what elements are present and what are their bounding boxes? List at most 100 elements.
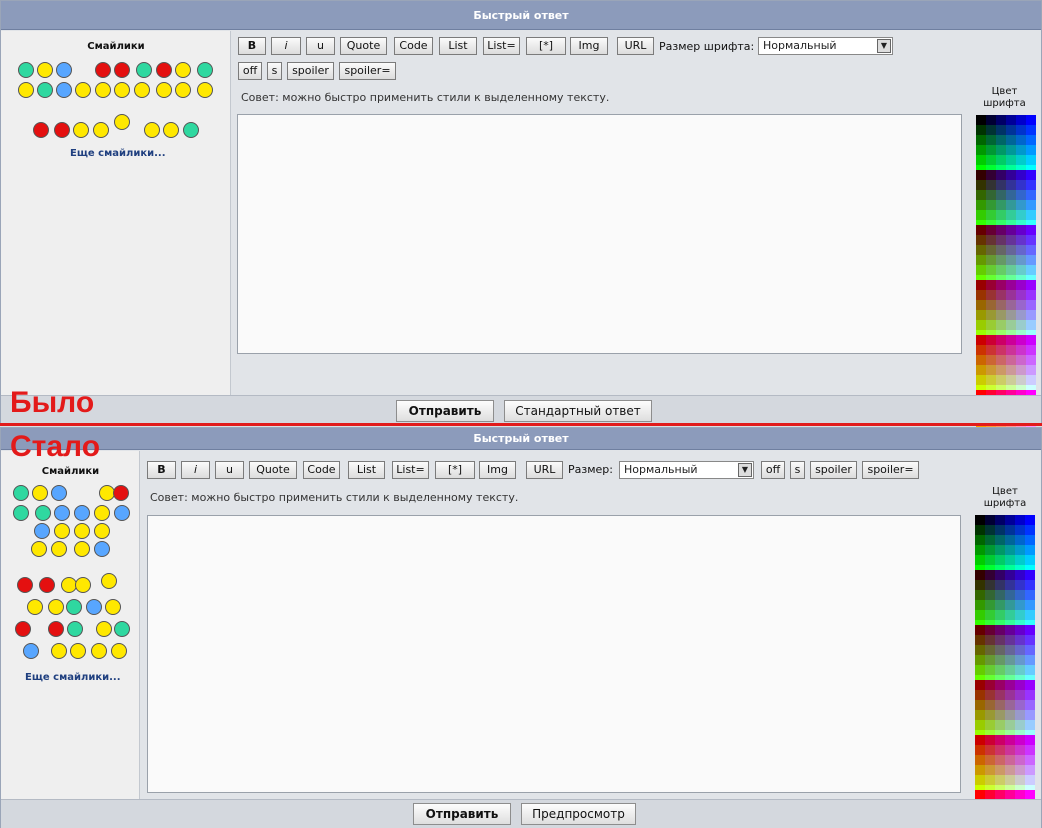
- color-swatch[interactable]: [996, 300, 1006, 310]
- color-swatch[interactable]: [1025, 535, 1035, 545]
- color-swatch[interactable]: [1026, 145, 1036, 155]
- color-swatch[interactable]: [975, 555, 985, 565]
- color-swatch[interactable]: [1005, 765, 1015, 775]
- color-swatch[interactable]: [985, 720, 995, 730]
- list-ordered-button[interactable]: List=: [483, 37, 520, 55]
- color-swatch[interactable]: [1015, 580, 1025, 590]
- color-swatch[interactable]: [986, 190, 996, 200]
- color-swatch[interactable]: [995, 610, 1005, 620]
- color-swatch[interactable]: [996, 255, 1006, 265]
- smiley-icon[interactable]: [91, 643, 107, 659]
- color-swatch[interactable]: [1026, 190, 1036, 200]
- color-swatch[interactable]: [996, 190, 1006, 200]
- color-swatch[interactable]: [1015, 765, 1025, 775]
- color-swatch[interactable]: [1006, 125, 1016, 135]
- color-swatch[interactable]: [1025, 525, 1035, 535]
- color-swatch[interactable]: [1006, 335, 1016, 345]
- smiley-icon[interactable]: [197, 62, 213, 78]
- smiley-icon[interactable]: [197, 82, 213, 98]
- smiley-icon[interactable]: [144, 122, 160, 138]
- color-swatch[interactable]: [1025, 645, 1035, 655]
- smiley-icon[interactable]: [13, 505, 29, 521]
- standard-reply-button[interactable]: Стандартный ответ: [504, 400, 652, 422]
- smiley-icon[interactable]: [183, 122, 199, 138]
- smiley-icon[interactable]: [136, 62, 152, 78]
- color-swatch[interactable]: [985, 690, 995, 700]
- color-swatch[interactable]: [1025, 635, 1035, 645]
- color-swatch[interactable]: [1015, 655, 1025, 665]
- color-swatch[interactable]: [996, 210, 1006, 220]
- color-swatch[interactable]: [976, 310, 986, 320]
- smiley-icon[interactable]: [113, 485, 129, 501]
- color-swatch[interactable]: [1015, 515, 1025, 525]
- color-swatch[interactable]: [985, 745, 995, 755]
- message-textarea[interactable]: [147, 515, 961, 793]
- color-swatch[interactable]: [996, 200, 1006, 210]
- color-swatch[interactable]: [975, 525, 985, 535]
- smiley-icon[interactable]: [37, 82, 53, 98]
- color-swatch[interactable]: [1026, 170, 1036, 180]
- color-swatch[interactable]: [996, 280, 1006, 290]
- smiley-icon[interactable]: [94, 523, 110, 539]
- color-swatch[interactable]: [1026, 135, 1036, 145]
- color-swatch[interactable]: [985, 515, 995, 525]
- color-swatch[interactable]: [1006, 225, 1016, 235]
- submit-button[interactable]: Отправить: [396, 400, 494, 422]
- color-swatch[interactable]: [1026, 355, 1036, 365]
- color-swatch[interactable]: [1015, 690, 1025, 700]
- color-swatch[interactable]: [1026, 200, 1036, 210]
- color-swatch[interactable]: [1015, 775, 1025, 785]
- color-swatch[interactable]: [1025, 765, 1035, 775]
- color-swatch[interactable]: [1025, 680, 1035, 690]
- font-size-select[interactable]: Нормальный ▼: [619, 461, 754, 479]
- smiley-icon[interactable]: [94, 541, 110, 557]
- color-swatch[interactable]: [995, 710, 1005, 720]
- color-swatch[interactable]: [985, 580, 995, 590]
- color-swatch[interactable]: [986, 310, 996, 320]
- color-swatch[interactable]: [996, 155, 1006, 165]
- color-swatch[interactable]: [1025, 625, 1035, 635]
- smiley-icon[interactable]: [32, 485, 48, 501]
- color-swatch[interactable]: [1025, 545, 1035, 555]
- color-swatch[interactable]: [1026, 125, 1036, 135]
- color-swatch[interactable]: [1006, 345, 1016, 355]
- color-swatch[interactable]: [976, 355, 986, 365]
- color-swatch[interactable]: [985, 570, 995, 580]
- spoiler-button[interactable]: spoiler: [287, 62, 334, 80]
- smiley-icon[interactable]: [54, 523, 70, 539]
- color-swatch[interactable]: [995, 655, 1005, 665]
- color-swatch[interactable]: [986, 135, 996, 145]
- color-swatch[interactable]: [1025, 700, 1035, 710]
- list-item-button[interactable]: [*]: [435, 461, 475, 479]
- smiley-icon[interactable]: [34, 523, 50, 539]
- color-swatch[interactable]: [975, 765, 985, 775]
- color-swatch[interactable]: [1016, 115, 1026, 125]
- smiley-icon[interactable]: [75, 577, 91, 593]
- img-button[interactable]: Img: [479, 461, 516, 479]
- color-swatch[interactable]: [1016, 170, 1026, 180]
- smiley-icon[interactable]: [23, 643, 39, 659]
- smiley-icon[interactable]: [56, 82, 72, 98]
- color-swatch[interactable]: [996, 145, 1006, 155]
- color-swatch[interactable]: [985, 590, 995, 600]
- color-swatch[interactable]: [1005, 645, 1015, 655]
- smiley-icon[interactable]: [74, 523, 90, 539]
- smiley-icon[interactable]: [105, 599, 121, 615]
- color-swatch[interactable]: [1025, 580, 1035, 590]
- smiley-icon[interactable]: [95, 82, 111, 98]
- color-swatch[interactable]: [976, 210, 986, 220]
- color-swatch[interactable]: [1015, 535, 1025, 545]
- color-swatch[interactable]: [986, 375, 996, 385]
- color-swatch[interactable]: [985, 600, 995, 610]
- smiley-icon[interactable]: [111, 643, 127, 659]
- color-swatch[interactable]: [1006, 245, 1016, 255]
- color-swatch[interactable]: [1026, 335, 1036, 345]
- color-swatch[interactable]: [1025, 745, 1035, 755]
- color-swatch[interactable]: [975, 580, 985, 590]
- smiley-icon[interactable]: [33, 122, 49, 138]
- color-swatch[interactable]: [1005, 625, 1015, 635]
- smiley-icon[interactable]: [17, 577, 33, 593]
- color-swatch[interactable]: [985, 775, 995, 785]
- color-swatch[interactable]: [1015, 600, 1025, 610]
- color-swatch[interactable]: [996, 345, 1006, 355]
